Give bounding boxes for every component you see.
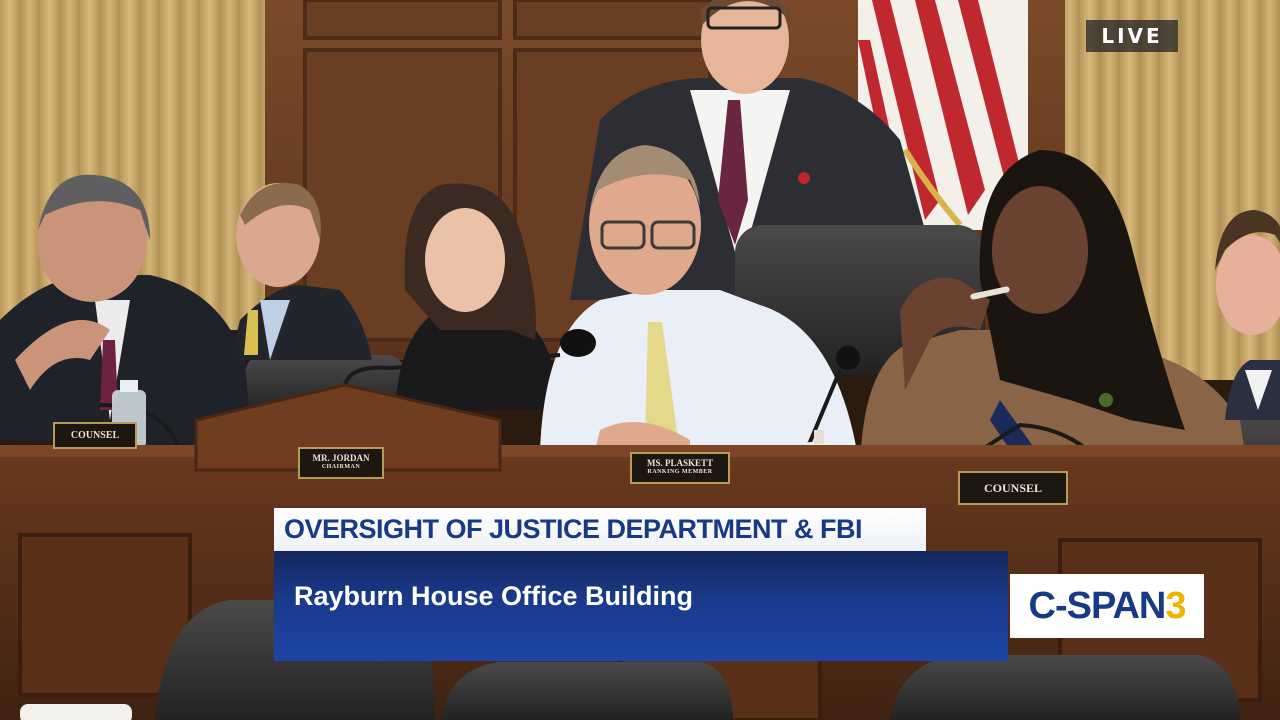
location-text: Rayburn House Office Building	[294, 581, 694, 611]
foreground-chair	[890, 655, 1240, 720]
counsel-placard-right: COUNSEL	[958, 471, 1068, 505]
coffee-cup	[20, 704, 132, 720]
foreground-chair	[440, 662, 733, 720]
lower-third-location-bar: Rayburn House Office Building	[274, 551, 1008, 661]
placard-role: RANKING MEMBER	[647, 469, 713, 475]
placard-label: COUNSEL	[70, 430, 120, 441]
lower-third-title: OVERSIGHT OF JUSTICE DEPARTMENT & FBI	[274, 508, 926, 551]
counsel-placard-left: COUNSEL	[53, 422, 137, 449]
live-badge: LIVE	[1086, 20, 1178, 52]
video-frame: LIVE COUNSEL MR. JORDAN CHAIRMAN MS. PLA…	[0, 0, 1280, 720]
ranking-member-placard: MS. PLASKETT RANKING MEMBER	[630, 452, 730, 484]
placard-name: MS. PLASKETT	[646, 458, 713, 468]
placard-role: CHAIRMAN	[321, 464, 361, 470]
wood-panel	[303, 0, 502, 40]
network-logo-text: C-SPAN	[1028, 584, 1167, 627]
network-logo-number: 3	[1165, 584, 1186, 627]
network-logo: C-SPAN 3	[1010, 574, 1204, 638]
placard-name: MR. JORDAN	[312, 453, 370, 463]
placard-label: COUNSEL	[983, 481, 1042, 495]
chairman-placard: MR. JORDAN CHAIRMAN	[298, 447, 384, 479]
wood-panel	[513, 0, 712, 40]
